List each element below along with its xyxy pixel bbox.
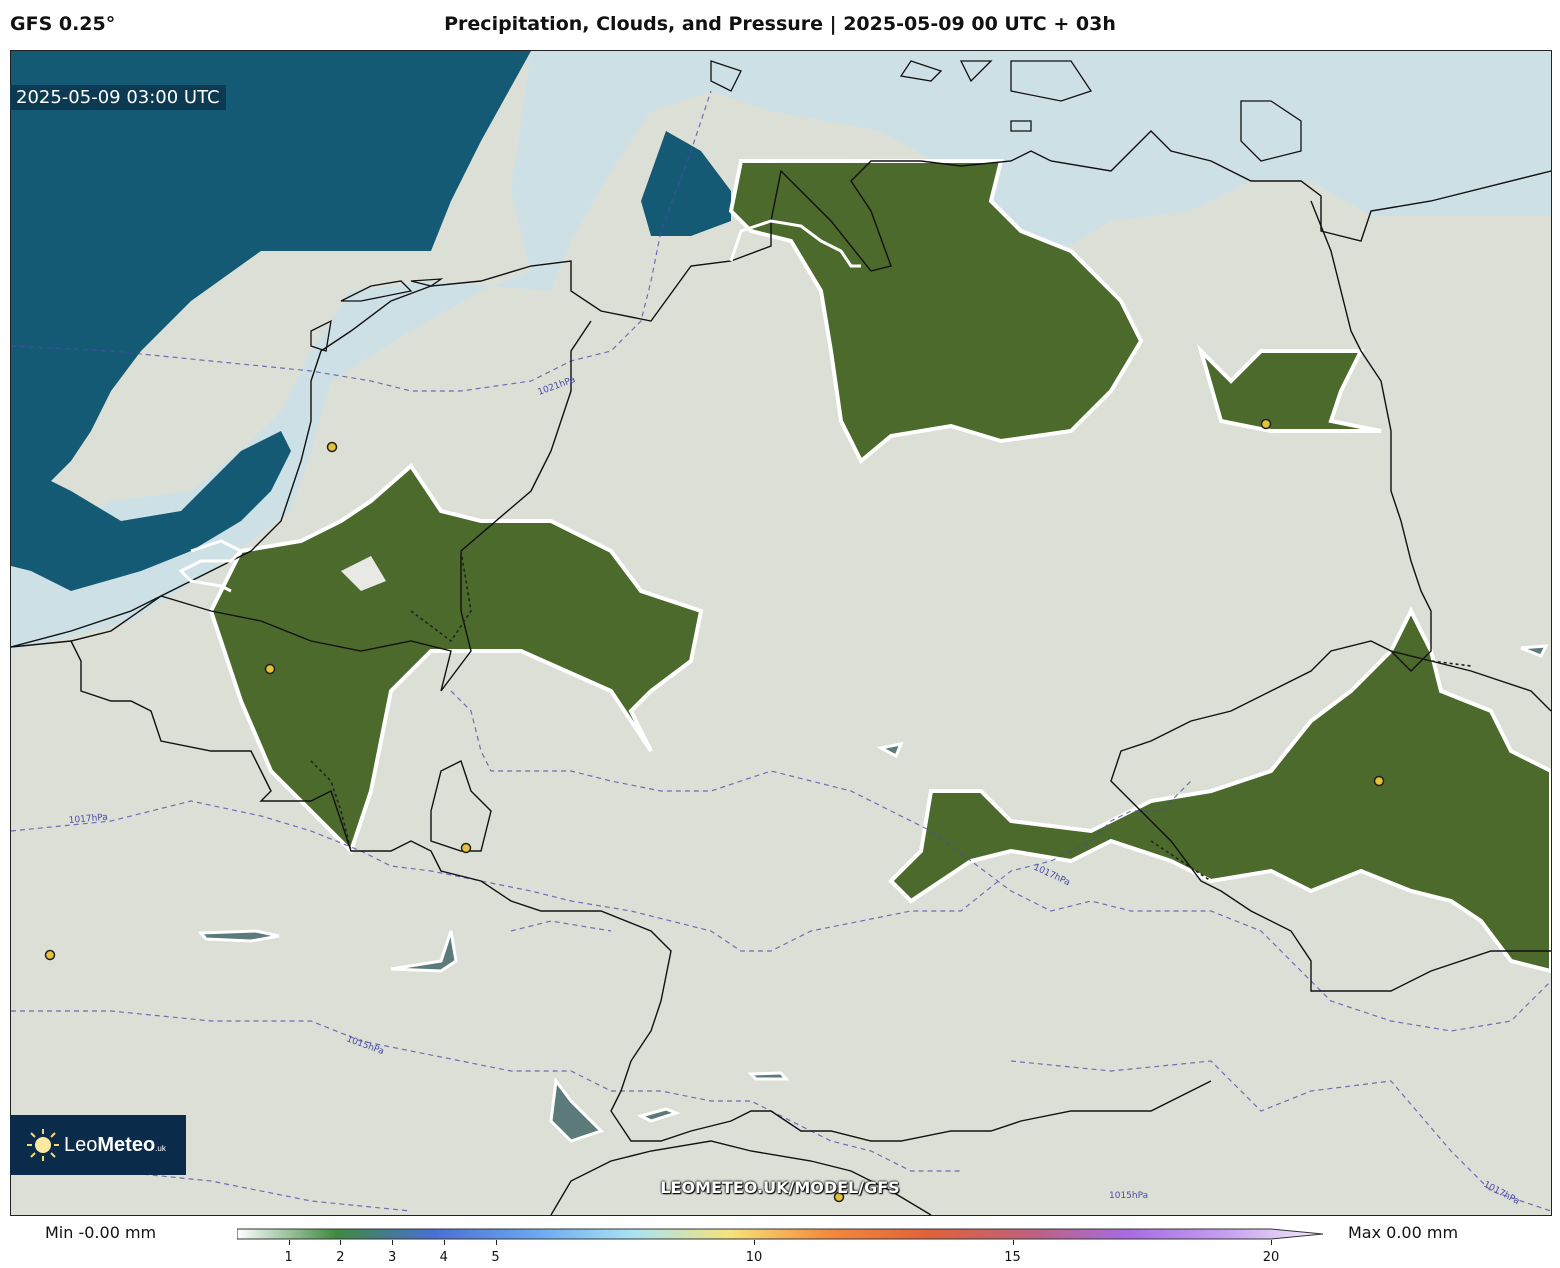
colorbar-tick-label: 20 — [1262, 1250, 1280, 1265]
colorbar-tick-mark — [392, 1240, 394, 1245]
city-marker — [460, 842, 472, 854]
colorbar-tick-mark — [340, 1240, 342, 1245]
city-marker — [264, 663, 276, 675]
colorbar-tick-label: 4 — [439, 1250, 448, 1265]
colorbar-tick-label: 10 — [745, 1250, 763, 1265]
colorbar-tick-label: 1 — [284, 1250, 293, 1265]
colorbar-tick-label: 2 — [336, 1250, 345, 1265]
cell — [197, 929, 280, 943]
city-marker — [1260, 418, 1272, 430]
weather-map[interactable]: 1021hPa 1017hPa 1015hPa 1015hPa 1017hPa … — [10, 50, 1552, 1216]
logo-text: LeoMeteo.uk — [64, 1133, 166, 1156]
brand-logo[interactable]: LeoMeteo.uk — [10, 1115, 186, 1175]
watermark: LEOMETEO.UK/MODEL/GFS — [660, 1178, 900, 1197]
cell — [747, 1071, 790, 1081]
valid-time-label: 2025-05-09 03:00 UTC — [10, 85, 226, 110]
colorbar-tick-label: 15 — [1004, 1250, 1021, 1265]
city-marker — [326, 441, 338, 453]
chart-title: Precipitation, Clouds, and Pressure | 20… — [444, 13, 1116, 35]
colorbar-tick-mark — [443, 1240, 445, 1245]
colorbar-tick-mark — [495, 1240, 497, 1245]
colorbar-tick-mark — [754, 1240, 755, 1245]
map-canvas: 1021hPa 1017hPa 1015hPa 1015hPa 1017hPa … — [11, 51, 1551, 1215]
colorbar-max-label: Max 0.00 mm — [1348, 1223, 1459, 1242]
city-marker — [1373, 775, 1385, 787]
colorbar: 1 2 3 4 5 10 15 20 — [237, 1228, 1323, 1268]
colorbar-tick-label: 3 — [387, 1250, 397, 1265]
sun-icon — [27, 1129, 59, 1161]
colorbar-tick-mark — [1012, 1240, 1014, 1245]
colorbar-gradient — [237, 1228, 1323, 1240]
colorbar-tick-label: 5 — [491, 1250, 500, 1265]
colorbar-tick-mark — [288, 1240, 290, 1245]
colorbar-tick-mark — [1271, 1240, 1272, 1245]
city-marker — [44, 949, 56, 961]
colorbar-min-label: Min -0.00 mm — [45, 1223, 157, 1242]
